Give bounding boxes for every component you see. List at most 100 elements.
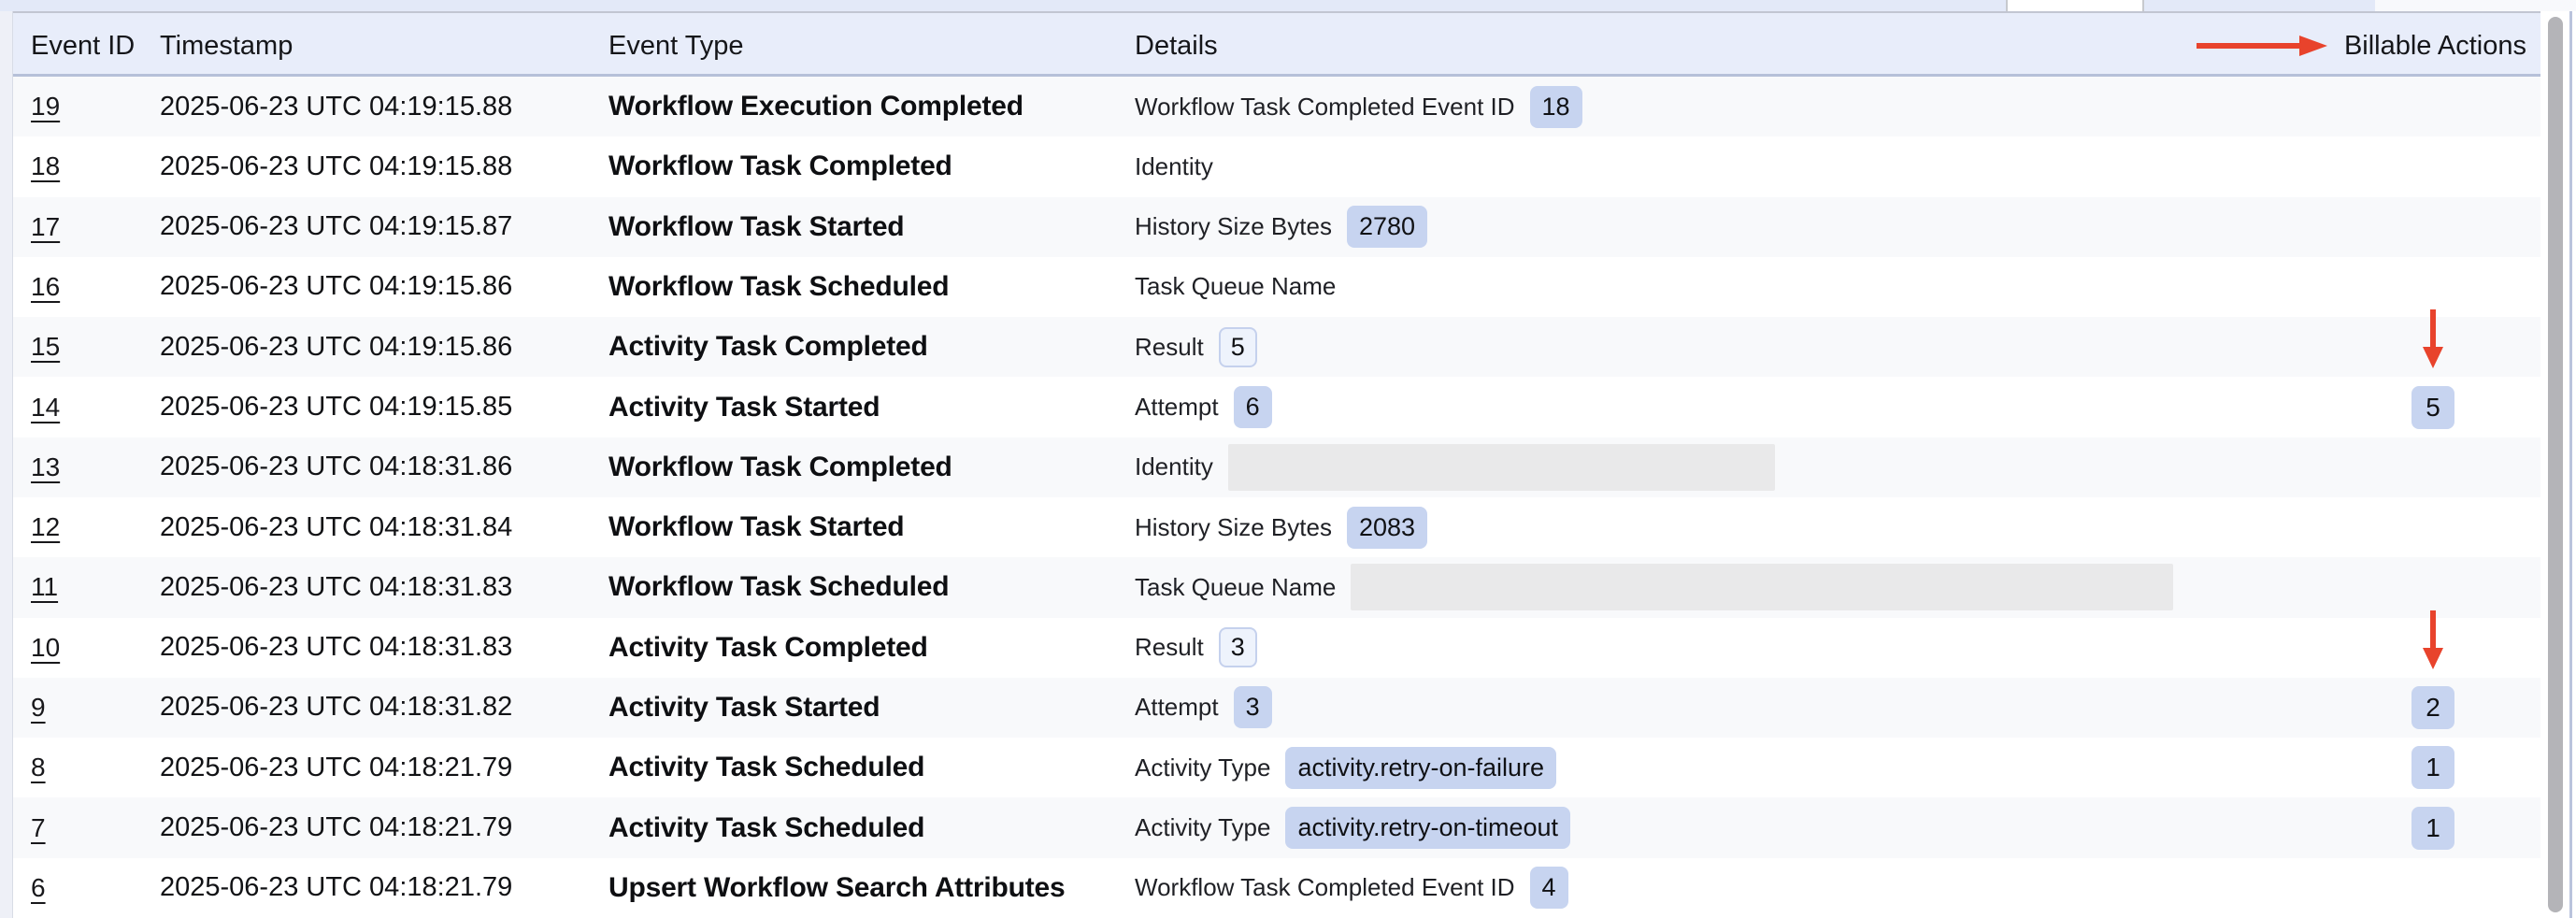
detail-value-badge: 2083: [1347, 507, 1427, 549]
billable-actions-cell: 2: [2374, 678, 2492, 738]
detail-label: Attempt: [1135, 393, 1219, 422]
details-cell: History Size Bytes 2780: [1135, 197, 2354, 257]
detail-value-badge: 6: [1234, 386, 1272, 428]
redacted-value: [1228, 444, 1775, 491]
table-body: 19 2025-06-23 UTC 04:19:15.88 Workflow E…: [13, 77, 2540, 918]
billable-actions-badge: 5: [2411, 386, 2454, 429]
detail-value-badge: activity.retry-on-timeout: [1285, 807, 1570, 849]
table-row[interactable]: 19 2025-06-23 UTC 04:19:15.88 Workflow E…: [13, 77, 2540, 136]
table-row[interactable]: 13 2025-06-23 UTC 04:18:31.86 Workflow T…: [13, 437, 2540, 497]
table-row[interactable]: 15 2025-06-23 UTC 04:19:15.86 Activity T…: [13, 317, 2540, 377]
details-cell: Activity Type activity.retry-on-failure: [1135, 738, 2354, 797]
detail-label: Activity Type: [1135, 813, 1270, 842]
billable-actions-cell: [2374, 257, 2492, 317]
table-row[interactable]: 12 2025-06-23 UTC 04:18:31.84 Workflow T…: [13, 497, 2540, 557]
billable-actions-cell: 1: [2374, 797, 2492, 857]
event-id-cell: 7: [31, 797, 152, 857]
billable-actions-cell: [2374, 136, 2492, 196]
timestamp-text: 2025-06-23 UTC 04:19:15.86: [160, 317, 599, 377]
event-type-text: Workflow Execution Completed: [608, 77, 1132, 136]
event-id-link[interactable]: 11: [31, 572, 58, 602]
details-cell: Result 3: [1135, 618, 2354, 678]
right-panel-divider: [2569, 11, 2572, 918]
billable-actions-cell: [2374, 197, 2492, 257]
red-arrow-down-annotation: [2419, 309, 2447, 369]
detail-value-badge: 4: [1530, 867, 1568, 909]
event-id-cell: 14: [31, 377, 152, 437]
event-id-link[interactable]: 14: [31, 393, 60, 423]
table-row[interactable]: 11 2025-06-23 UTC 04:18:31.83 Workflow T…: [13, 557, 2540, 617]
billable-actions-badge: 1: [2411, 807, 2454, 850]
event-id-link[interactable]: 15: [31, 332, 60, 362]
detail-label: Workflow Task Completed Event ID: [1135, 873, 1515, 902]
event-id-link[interactable]: 13: [31, 452, 60, 482]
table-row[interactable]: 14 2025-06-23 UTC 04:19:15.85 Activity T…: [13, 377, 2540, 437]
details-cell: Attempt 3: [1135, 678, 2354, 738]
column-header-timestamp: Timestamp: [160, 13, 293, 79]
details-cell: Workflow Task Completed Event ID 4: [1135, 858, 2354, 918]
detail-label: History Size Bytes: [1135, 212, 1332, 241]
event-id-cell: 19: [31, 77, 152, 136]
table-row[interactable]: 8 2025-06-23 UTC 04:18:21.79 Activity Ta…: [13, 738, 2540, 797]
timestamp-text: 2025-06-23 UTC 04:18:31.83: [160, 618, 599, 678]
timestamp-text: 2025-06-23 UTC 04:18:21.79: [160, 797, 599, 857]
event-type-text: Activity Task Completed: [608, 317, 1132, 377]
details-cell: Identity: [1135, 437, 2354, 497]
toolbar-edge-strip: [0, 0, 2576, 11]
event-id-cell: 18: [31, 136, 152, 196]
details-cell: Task Queue Name: [1135, 557, 2354, 617]
event-id-cell: 8: [31, 738, 152, 797]
event-id-link[interactable]: 19: [31, 92, 60, 122]
column-header-details: Details: [1135, 13, 1218, 79]
event-type-text: Workflow Task Scheduled: [608, 557, 1132, 617]
details-cell: Task Queue Name: [1135, 257, 2354, 317]
detail-label: Activity Type: [1135, 753, 1270, 782]
details-cell: Result 5: [1135, 317, 2354, 377]
details-cell: Attempt 6: [1135, 377, 2354, 437]
table-row[interactable]: 18 2025-06-23 UTC 04:19:15.88 Workflow T…: [13, 136, 2540, 196]
page-left-gutter: [0, 11, 12, 918]
event-id-cell: 9: [31, 678, 152, 738]
event-id-cell: 13: [31, 437, 152, 497]
details-cell: Workflow Task Completed Event ID 18: [1135, 77, 2354, 136]
vertical-scrollbar-thumb[interactable]: [2548, 17, 2563, 912]
table-row[interactable]: 7 2025-06-23 UTC 04:18:21.79 Activity Ta…: [13, 797, 2540, 857]
redacted-value: [1351, 564, 2173, 610]
event-type-text: Activity Task Scheduled: [608, 797, 1132, 857]
table-row[interactable]: 9 2025-06-23 UTC 04:18:31.82 Activity Ta…: [13, 678, 2540, 738]
detail-label: Result: [1135, 633, 1204, 662]
event-type-text: Upsert Workflow Search Attributes: [608, 858, 1132, 918]
table-row[interactable]: 16 2025-06-23 UTC 04:19:15.86 Workflow T…: [13, 257, 2540, 317]
event-id-link[interactable]: 16: [31, 272, 60, 302]
event-id-link[interactable]: 6: [31, 873, 46, 903]
billable-actions-cell: 1: [2374, 738, 2492, 797]
event-id-link[interactable]: 17: [31, 212, 60, 242]
event-id-link[interactable]: 18: [31, 151, 60, 181]
timestamp-text: 2025-06-23 UTC 04:19:15.85: [160, 377, 599, 437]
table-row[interactable]: 10 2025-06-23 UTC 04:18:31.83 Activity T…: [13, 618, 2540, 678]
event-id-link[interactable]: 9: [31, 693, 46, 723]
red-arrow-down-annotation: [2419, 610, 2447, 670]
table-row[interactable]: 17 2025-06-23 UTC 04:19:15.87 Workflow T…: [13, 197, 2540, 257]
table-row[interactable]: 6 2025-06-23 UTC 04:18:21.79 Upsert Work…: [13, 858, 2540, 918]
event-id-link[interactable]: 8: [31, 753, 46, 782]
column-header-event-type: Event Type: [608, 13, 744, 79]
billable-actions-badge: 2: [2411, 686, 2454, 729]
detail-value-badge: 18: [1530, 86, 1582, 128]
event-id-cell: 11: [31, 557, 152, 617]
event-id-cell: 12: [31, 497, 152, 557]
detail-label: Identity: [1135, 452, 1213, 481]
detail-label: Attempt: [1135, 693, 1219, 722]
event-history-table: Event ID Timestamp Event Type Details Bi…: [12, 11, 2540, 918]
toolbar-edge-segment: [2006, 0, 2144, 11]
timestamp-text: 2025-06-23 UTC 04:19:15.86: [160, 257, 599, 317]
detail-label: Task Queue Name: [1135, 573, 1336, 602]
table-header-row: Event ID Timestamp Event Type Details Bi…: [13, 11, 2540, 77]
event-type-text: Activity Task Started: [608, 678, 1132, 738]
event-id-link[interactable]: 12: [31, 512, 60, 542]
timestamp-text: 2025-06-23 UTC 04:18:31.82: [160, 678, 599, 738]
timestamp-text: 2025-06-23 UTC 04:18:21.79: [160, 858, 599, 918]
timestamp-text: 2025-06-23 UTC 04:18:21.79: [160, 738, 599, 797]
event-id-link[interactable]: 7: [31, 813, 46, 843]
event-id-link[interactable]: 10: [31, 633, 60, 663]
